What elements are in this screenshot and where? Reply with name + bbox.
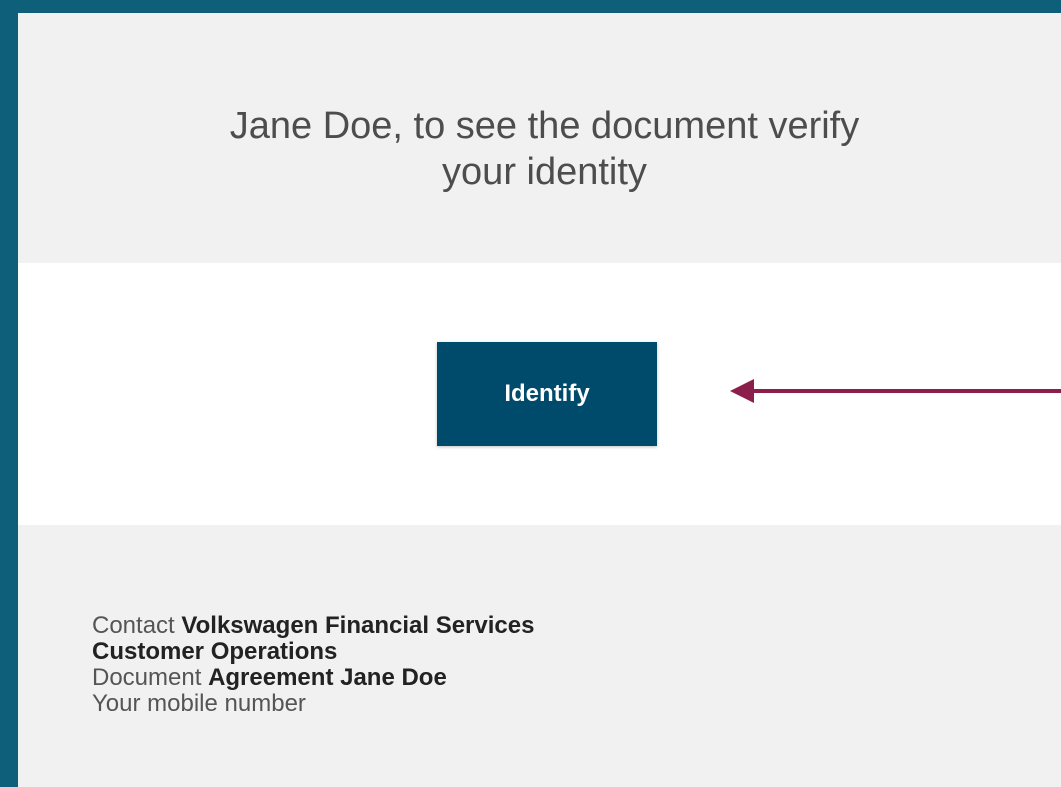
page-title-line-2: your identity xyxy=(442,151,647,193)
arrow-head xyxy=(730,379,754,403)
mobile-number-row: Your mobile number xyxy=(92,691,534,717)
identify-section: Identify xyxy=(18,263,1061,525)
left-arrow-icon xyxy=(730,379,1061,403)
contact-value: Volkswagen Financial Services xyxy=(181,612,535,639)
identify-button[interactable]: Identify xyxy=(437,342,657,446)
verification-header: Jane Doe, to see the document verify you… xyxy=(18,13,1061,263)
contact-row-continued: Customer Operations xyxy=(92,639,534,665)
page-title-line-1: Jane Doe, to see the document verify xyxy=(229,105,860,147)
document-details: Contact Volkswagen Financial Services Cu… xyxy=(92,613,534,717)
document-label: Document xyxy=(92,664,209,691)
verification-page: Jane Doe, to see the document verify you… xyxy=(0,0,1061,787)
document-row: Document Agreement Jane Doe xyxy=(92,665,534,691)
contact-row: Contact Volkswagen Financial Services xyxy=(92,613,534,639)
contact-label: Contact xyxy=(92,612,182,639)
document-info-section: Contact Volkswagen Financial Services Cu… xyxy=(18,525,1061,787)
document-value: Agreement Jane Doe xyxy=(208,664,447,691)
page-title: Jane Doe, to see the document verify you… xyxy=(18,103,1061,195)
mobile-number-label: Your mobile number xyxy=(92,690,306,717)
contact-value-continued: Customer Operations xyxy=(92,638,338,665)
